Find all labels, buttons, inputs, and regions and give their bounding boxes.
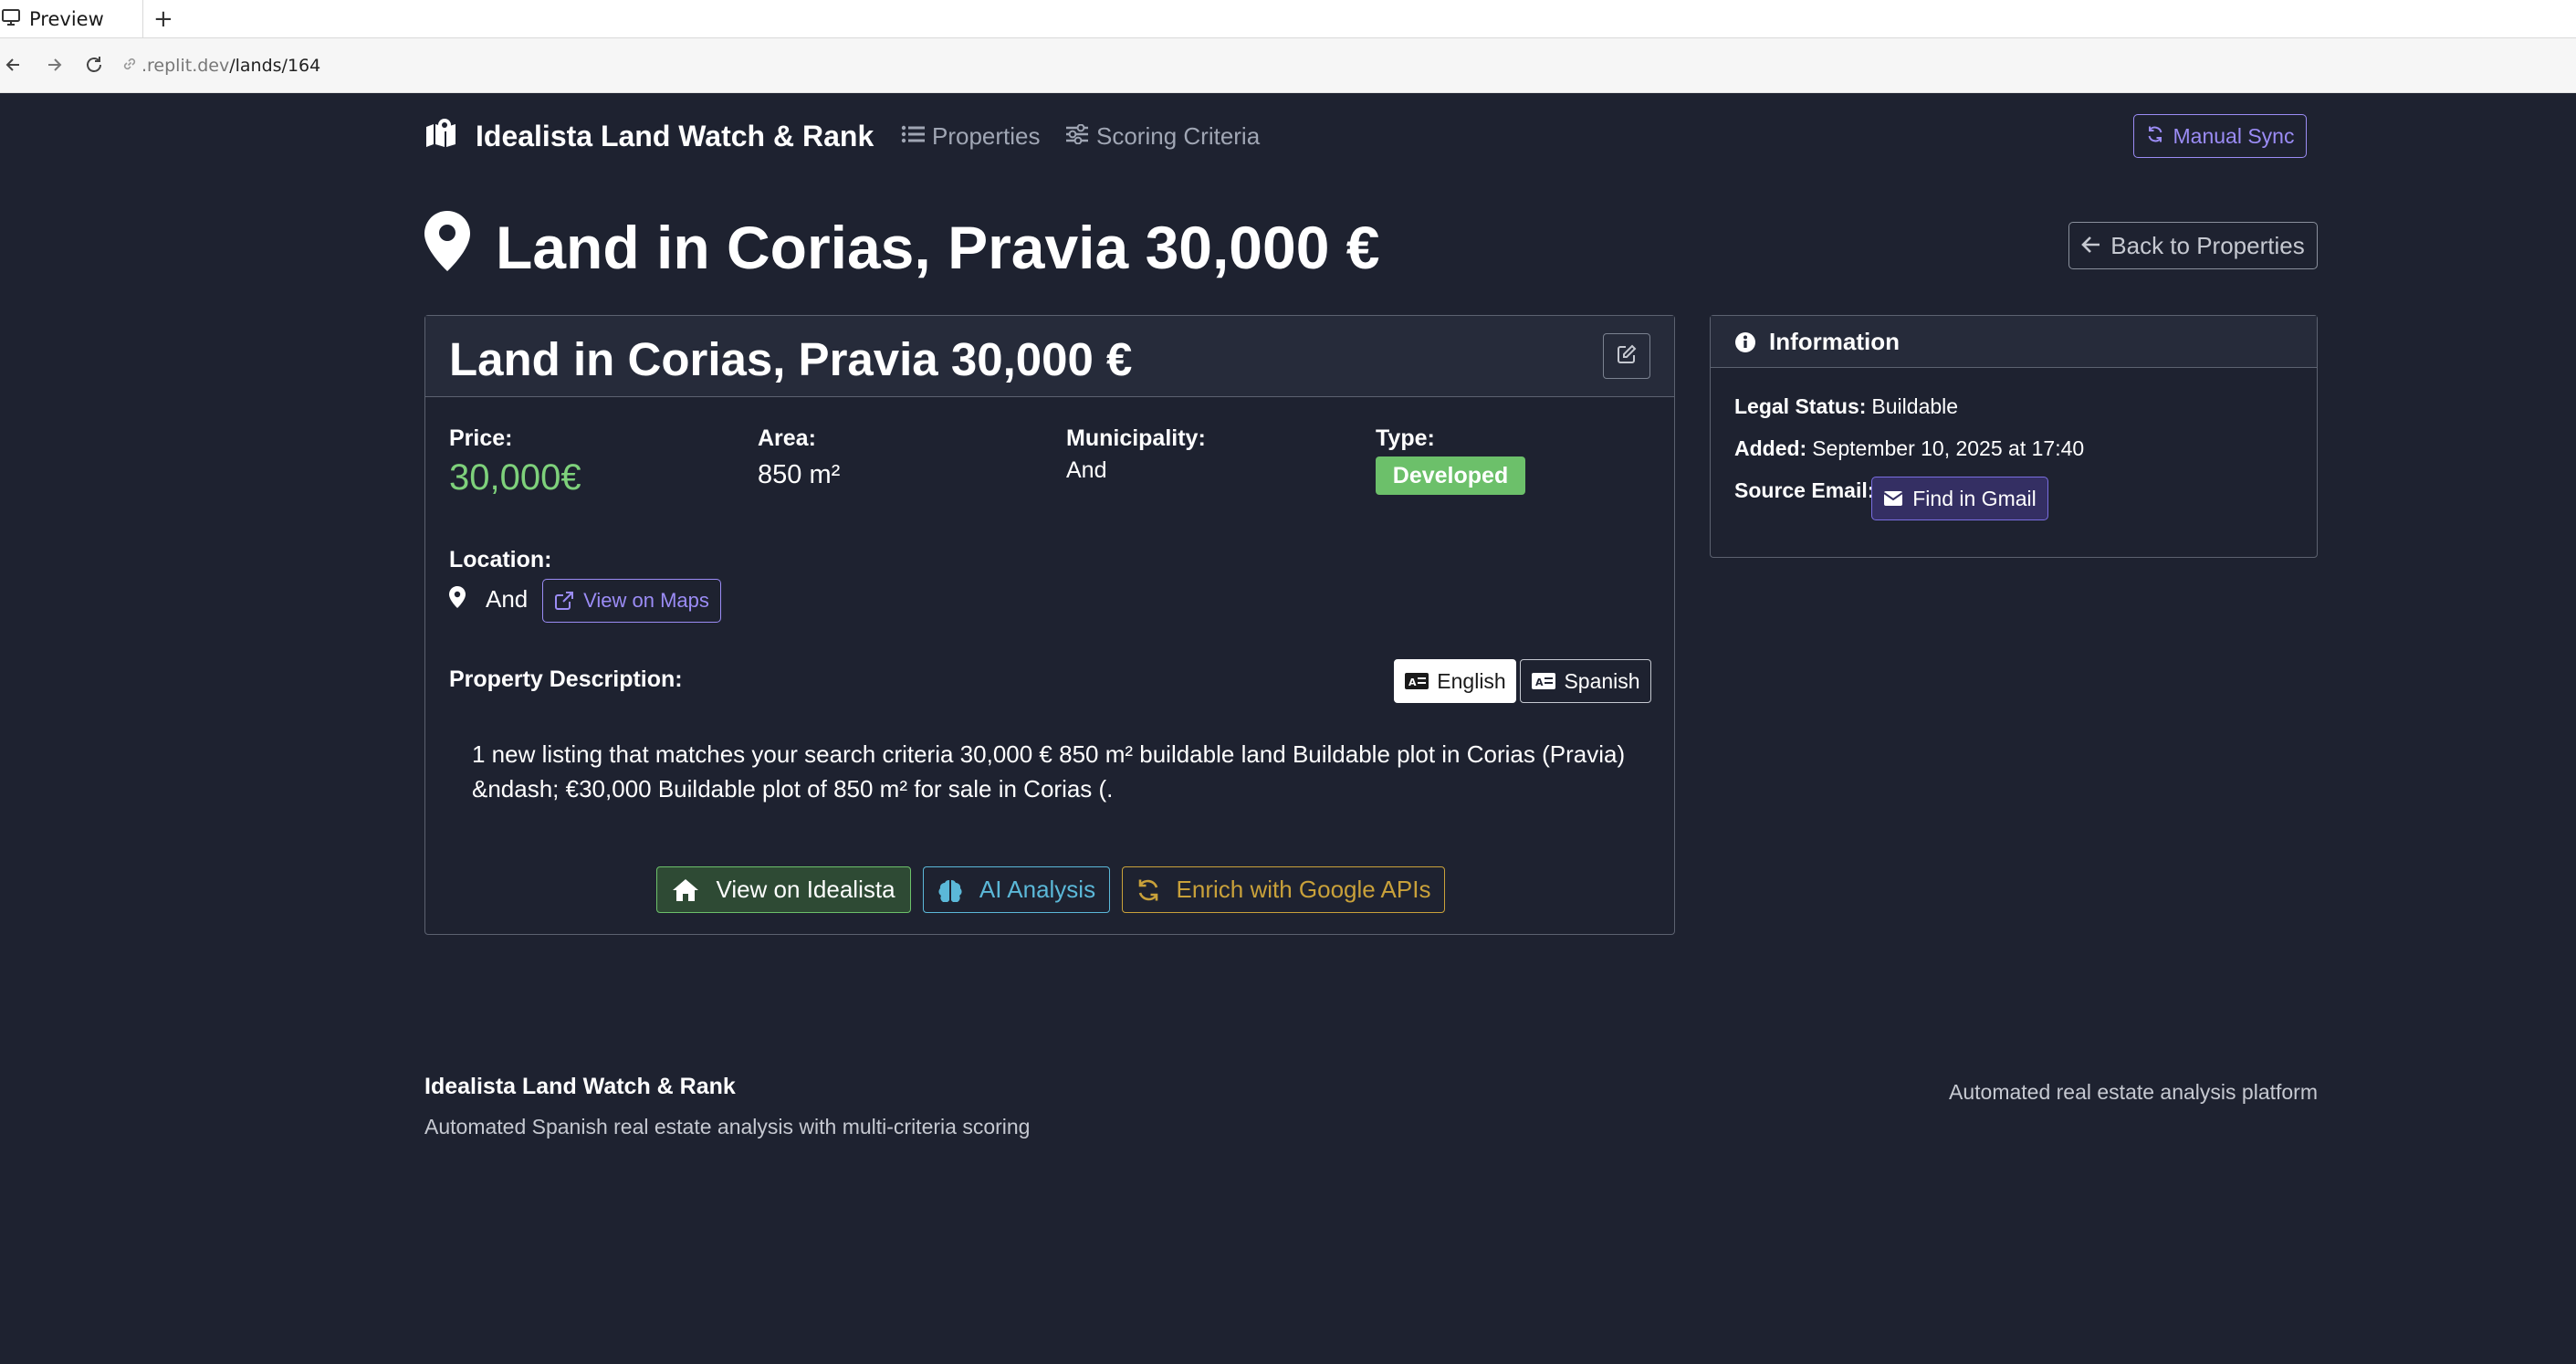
info-circle-icon	[1734, 331, 1756, 353]
enrich-google-apis-button[interactable]: Enrich with Google APIs	[1122, 866, 1445, 913]
list-icon	[901, 122, 932, 151]
map-marked-icon	[424, 118, 476, 154]
source-email-row: Source Email:	[1734, 478, 1880, 503]
svg-text:A: A	[1535, 677, 1544, 688]
added-value: September 10, 2025 at 17:40	[1812, 436, 2085, 460]
footer-subtitle: Automated Spanish real estate analysis w…	[424, 1115, 1031, 1138]
area-value: 850 m²	[758, 460, 841, 489]
url-host: .replit.dev	[141, 56, 230, 76]
location-row: And	[449, 581, 528, 617]
manual-sync-button[interactable]: Manual Sync	[2133, 114, 2307, 158]
home-icon	[672, 878, 716, 902]
edit-button[interactable]	[1603, 333, 1650, 379]
municipality-label: Municipality:	[1066, 425, 1206, 451]
sync-icon	[1136, 878, 1177, 902]
nav-link-scoring-criteria-label: Scoring Criteria	[1096, 121, 1261, 150]
view-on-idealista-button[interactable]: View on Idealista	[656, 866, 911, 913]
legal-status-label: Legal Status:	[1734, 394, 1867, 418]
description-line-2: &ndash; €30,000 Buildable plot of 850 m²…	[472, 775, 1114, 803]
link-icon	[121, 56, 141, 77]
area-label: Area:	[758, 425, 816, 451]
location-label: Location:	[449, 547, 552, 572]
brand-link[interactable]: Idealista Land Watch & Rank	[424, 114, 874, 158]
arrow-left-icon	[2081, 232, 2110, 260]
manual-sync-label: Manual Sync	[2173, 123, 2295, 148]
property-card-title: Land in Corias, Pravia 30,000 €	[449, 333, 1133, 385]
reload-icon[interactable]	[80, 51, 108, 79]
browser-tab-preview[interactable]: Preview	[0, 0, 143, 38]
brand-title: Idealista Land Watch & Rank	[476, 119, 874, 152]
information-title: Information	[1769, 328, 1900, 355]
view-on-maps-label: View on Maps	[583, 589, 709, 612]
price-value: 30,000€	[449, 457, 581, 498]
lang-english-button[interactable]: A English	[1394, 659, 1516, 703]
page-title-text: Land in Corias, Pravia 30,000 €	[496, 214, 1380, 281]
new-tab-button[interactable]: +	[153, 0, 173, 38]
forward-arrow-icon[interactable]	[40, 51, 68, 79]
view-on-idealista-label: View on Idealista	[716, 876, 895, 903]
language-icon: A	[1531, 672, 1564, 690]
information-title-row: Information	[1734, 316, 1900, 368]
added-label: Added:	[1734, 436, 1807, 460]
information-card: Information Legal Status: Buildable Adde…	[1710, 315, 2318, 558]
information-card-header: Information	[1711, 316, 2317, 368]
map-marker-icon	[424, 210, 496, 285]
app-root: Idealista Land Watch & Rank Properties S…	[0, 94, 2576, 1364]
browser-tab-bar: Preview +	[0, 0, 2576, 38]
type-badge: Developed	[1376, 456, 1525, 495]
ai-analysis-button[interactable]: AI Analysis	[923, 866, 1110, 913]
sync-icon	[2146, 124, 2173, 149]
enrich-google-apis-label: Enrich with Google APIs	[1176, 876, 1431, 903]
top-navbar: Idealista Land Watch & Rank Properties S…	[424, 114, 2314, 158]
footer-tagline: Automated real estate analysis platform	[1949, 1080, 2318, 1104]
view-on-maps-button[interactable]: View on Maps	[542, 579, 721, 623]
svg-text:A: A	[1408, 677, 1417, 688]
description-label: Property Description:	[449, 666, 683, 692]
property-description: 1 new listing that matches your search c…	[472, 737, 1659, 806]
property-card-header: Land in Corias, Pravia 30,000 €	[425, 316, 1674, 397]
page-title: Land in Corias, Pravia 30,000 €	[424, 210, 1380, 285]
external-link-icon	[554, 591, 583, 611]
back-to-properties-button[interactable]: Back to Properties	[2068, 222, 2318, 269]
brain-icon	[937, 878, 979, 902]
legal-status-value: Buildable	[1871, 394, 1959, 418]
type-label: Type:	[1376, 425, 1435, 451]
ai-analysis-label: AI Analysis	[979, 876, 1096, 903]
find-in-gmail-label: Find in Gmail	[1912, 486, 2037, 510]
back-arrow-icon[interactable]	[0, 51, 27, 79]
price-label: Price:	[449, 425, 513, 451]
back-to-properties-label: Back to Properties	[2110, 231, 2305, 259]
nav-link-properties-label: Properties	[932, 121, 1041, 150]
location-value: And	[486, 584, 529, 613]
monitor-icon	[2, 8, 29, 30]
url-path: /lands/164	[229, 56, 321, 76]
location-marker-icon	[449, 586, 466, 612]
find-in-gmail-button[interactable]: Find in Gmail	[1871, 477, 2048, 520]
lang-english-label: English	[1437, 668, 1506, 693]
municipality-value: And	[1066, 457, 1107, 483]
url-field[interactable]: .replit.dev/lands/164	[121, 51, 320, 80]
legal-status-row: Legal Status: Buildable	[1734, 394, 1958, 419]
browser-address-bar	[0, 38, 2576, 93]
property-card: Land in Corias, Pravia 30,000 € Price: 3…	[424, 315, 1675, 935]
browser-tab-label: Preview	[29, 8, 104, 30]
language-icon: A	[1404, 672, 1437, 690]
edit-icon	[1617, 344, 1637, 368]
added-row: Added: September 10, 2025 at 17:40	[1734, 436, 2084, 461]
lang-spanish-button[interactable]: A Spanish	[1520, 659, 1651, 703]
footer-title: Idealista Land Watch & Rank	[424, 1074, 736, 1099]
sliders-icon	[1065, 122, 1096, 151]
source-email-label: Source Email:	[1734, 478, 1875, 502]
description-line-1: 1 new listing that matches your search c…	[472, 740, 1626, 768]
nav-link-properties[interactable]: Properties	[901, 114, 1041, 158]
lang-spanish-label: Spanish	[1564, 668, 1640, 693]
nav-link-scoring-criteria[interactable]: Scoring Criteria	[1065, 114, 1260, 158]
envelope-icon	[1883, 490, 1912, 507]
